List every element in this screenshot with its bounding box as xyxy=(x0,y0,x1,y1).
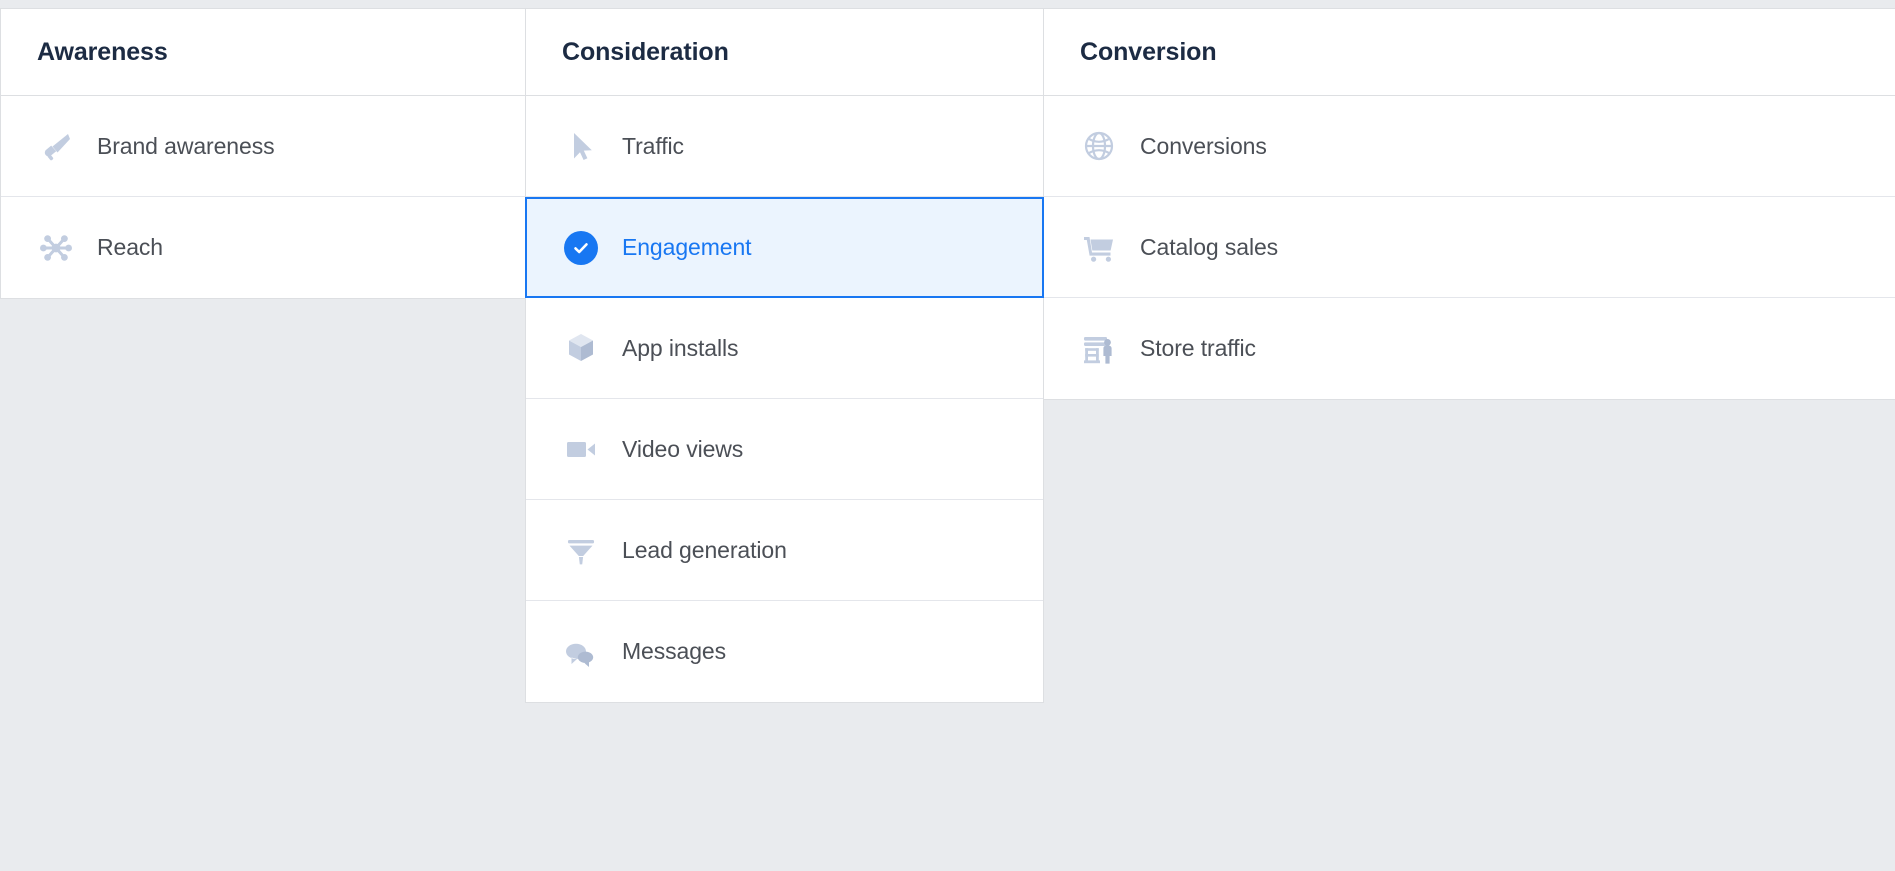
objective-row-lead-generation[interactable]: Lead generation xyxy=(526,500,1043,601)
objective-column-awareness: Awareness Brand awareness xyxy=(0,8,526,299)
chat-bubbles-icon xyxy=(562,633,600,671)
globe-icon xyxy=(1080,127,1118,165)
column-header-conversion: Conversion xyxy=(1044,9,1895,96)
objective-label: Traffic xyxy=(622,133,684,160)
objective-row-catalog-sales[interactable]: Catalog sales xyxy=(1044,197,1895,298)
column-header-awareness: Awareness xyxy=(1,9,525,96)
objective-row-conversions[interactable]: Conversions xyxy=(1044,96,1895,197)
campaign-objective-board: Awareness Brand awareness xyxy=(0,0,1895,871)
objective-row-app-installs[interactable]: App installs xyxy=(526,298,1043,399)
objective-list-consideration: Traffic Engagement xyxy=(526,96,1043,702)
objective-row-engagement[interactable]: Engagement xyxy=(525,197,1044,298)
objective-label: Brand awareness xyxy=(97,133,275,160)
cube-icon xyxy=(562,329,600,367)
objective-row-brand-awareness[interactable]: Brand awareness xyxy=(1,96,525,197)
objective-label: Messages xyxy=(622,638,726,665)
column-header-title: Awareness xyxy=(37,38,168,67)
objective-label: App installs xyxy=(622,335,738,362)
objective-column-consideration: Consideration Traffic xyxy=(525,8,1044,703)
objective-label: Engagement xyxy=(622,234,751,261)
funnel-icon xyxy=(562,531,600,569)
check-circle-icon xyxy=(562,229,600,267)
cursor-arrow-icon xyxy=(562,127,600,165)
hub-spoke-icon xyxy=(37,229,75,267)
storefront-person-icon xyxy=(1080,330,1118,368)
shopping-cart-icon xyxy=(1080,228,1118,266)
objective-label: Video views xyxy=(622,436,743,463)
column-header-consideration: Consideration xyxy=(526,9,1043,96)
objective-label: Catalog sales xyxy=(1140,234,1278,261)
objective-label: Lead generation xyxy=(622,537,787,564)
megaphone-icon xyxy=(37,127,75,165)
objective-row-reach[interactable]: Reach xyxy=(1,197,525,298)
objective-label: Reach xyxy=(97,234,163,261)
objective-list-awareness: Brand awareness xyxy=(1,96,525,298)
objective-column-conversion: Conversion Conversions xyxy=(1043,8,1895,400)
column-header-title: Conversion xyxy=(1080,38,1217,67)
objective-row-messages[interactable]: Messages xyxy=(526,601,1043,702)
video-camera-icon xyxy=(562,430,600,468)
objective-label: Store traffic xyxy=(1140,335,1256,362)
objective-row-store-traffic[interactable]: Store traffic xyxy=(1044,298,1895,399)
objective-row-video-views[interactable]: Video views xyxy=(526,399,1043,500)
objective-label: Conversions xyxy=(1140,133,1267,160)
column-header-title: Consideration xyxy=(562,38,729,67)
objective-row-traffic[interactable]: Traffic xyxy=(526,96,1043,197)
check-badge xyxy=(564,231,598,265)
objective-list-conversion: Conversions Catalog sales xyxy=(1044,96,1895,399)
